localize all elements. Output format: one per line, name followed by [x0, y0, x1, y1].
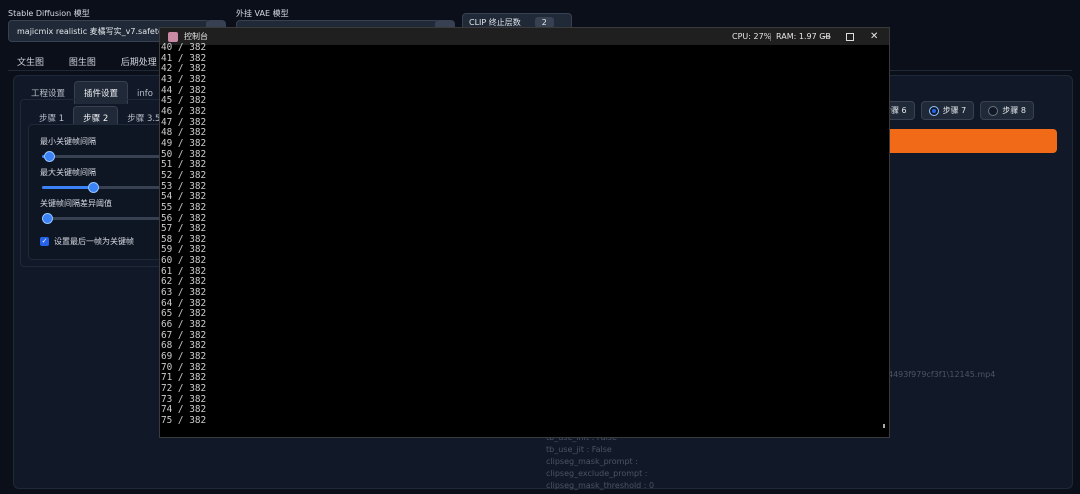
last-frame-keyframe-label: 设置最后一帧为关键帧: [54, 237, 134, 246]
radio-selected-icon: [928, 105, 939, 116]
min-interval-slider[interactable]: [42, 151, 160, 162]
maximize-icon[interactable]: [846, 33, 854, 41]
cpu-usage: CPU: 27%: [732, 32, 772, 41]
radio-step-8-label: 步骤 8: [1002, 106, 1026, 115]
radio-step-7[interactable]: 步骤 7: [920, 101, 975, 120]
console-line: 46 / 382: [161, 105, 207, 117]
info-line: clipseg_mask_threshold : 0: [546, 481, 655, 490]
tab-img2img[interactable]: 图生图: [69, 58, 96, 68]
threshold-thumb[interactable]: [41, 213, 53, 224]
output-path-text: 4493f979cf3f1\12145.mp4: [888, 370, 996, 379]
max-interval-fill: [42, 186, 92, 189]
checkbox-checked-icon[interactable]: ✓: [40, 237, 49, 246]
console-app-icon: [168, 31, 178, 42]
console-line: 75 / 382: [161, 414, 207, 426]
max-interval-slider[interactable]: [42, 182, 160, 193]
main-tabs: 文生图 图生图 后期处理: [17, 55, 179, 68]
vae-label: 外挂 VAE 模型: [236, 9, 289, 18]
console-line: 49 / 382: [161, 137, 207, 149]
info-line: clipseg_mask_prompt :: [546, 457, 638, 466]
console-line: 52 / 382: [161, 169, 207, 181]
console-titlebar[interactable]: 控制台 CPU: 27% | RAM: 1.97 GB — ✕: [160, 28, 889, 45]
threshold-label: 关键帧间隔差异阈值: [40, 199, 112, 208]
close-icon[interactable]: ✕: [870, 31, 878, 42]
minimize-icon[interactable]: —: [822, 32, 831, 42]
console-line: 55 / 382: [161, 201, 207, 213]
threshold-slider[interactable]: [41, 213, 160, 224]
min-interval-thumb[interactable]: [43, 151, 55, 162]
sd-model-label: Stable Diffusion 模型: [8, 9, 90, 18]
clip-skip-value[interactable]: 2: [534, 16, 554, 28]
stats-separator: |: [769, 32, 772, 41]
radio-empty-icon: [988, 105, 999, 116]
min-interval-label: 最小关键帧间隔: [40, 137, 96, 146]
tab-txt2img[interactable]: 文生图: [17, 58, 44, 68]
last-frame-keyframe-option[interactable]: ✓ 设置最后一帧为关键帧: [40, 236, 134, 247]
console-title: 控制台: [184, 32, 208, 41]
tab-extras[interactable]: 后期处理: [121, 58, 157, 68]
max-interval-thumb[interactable]: [87, 182, 99, 193]
info-line: clipseg_exclude_prompt :: [546, 469, 648, 478]
console-output: 40 / 382 41 / 382 42 / 382 43 / 382 44 / 382…: [160, 43, 206, 429]
console-window[interactable]: 控制台 CPU: 27% | RAM: 1.97 GB — ✕ 40 / 382…: [159, 27, 890, 438]
radio-step-8[interactable]: 步骤 8: [980, 101, 1034, 120]
max-interval-label: 最大关键帧间隔: [40, 168, 96, 177]
radio-step-7-label: 步骤 7: [942, 106, 967, 115]
clip-skip-label: CLIP 终止层数: [469, 17, 521, 27]
console-cursor: [883, 424, 885, 428]
info-line: tb_use_jit : False: [546, 445, 612, 454]
